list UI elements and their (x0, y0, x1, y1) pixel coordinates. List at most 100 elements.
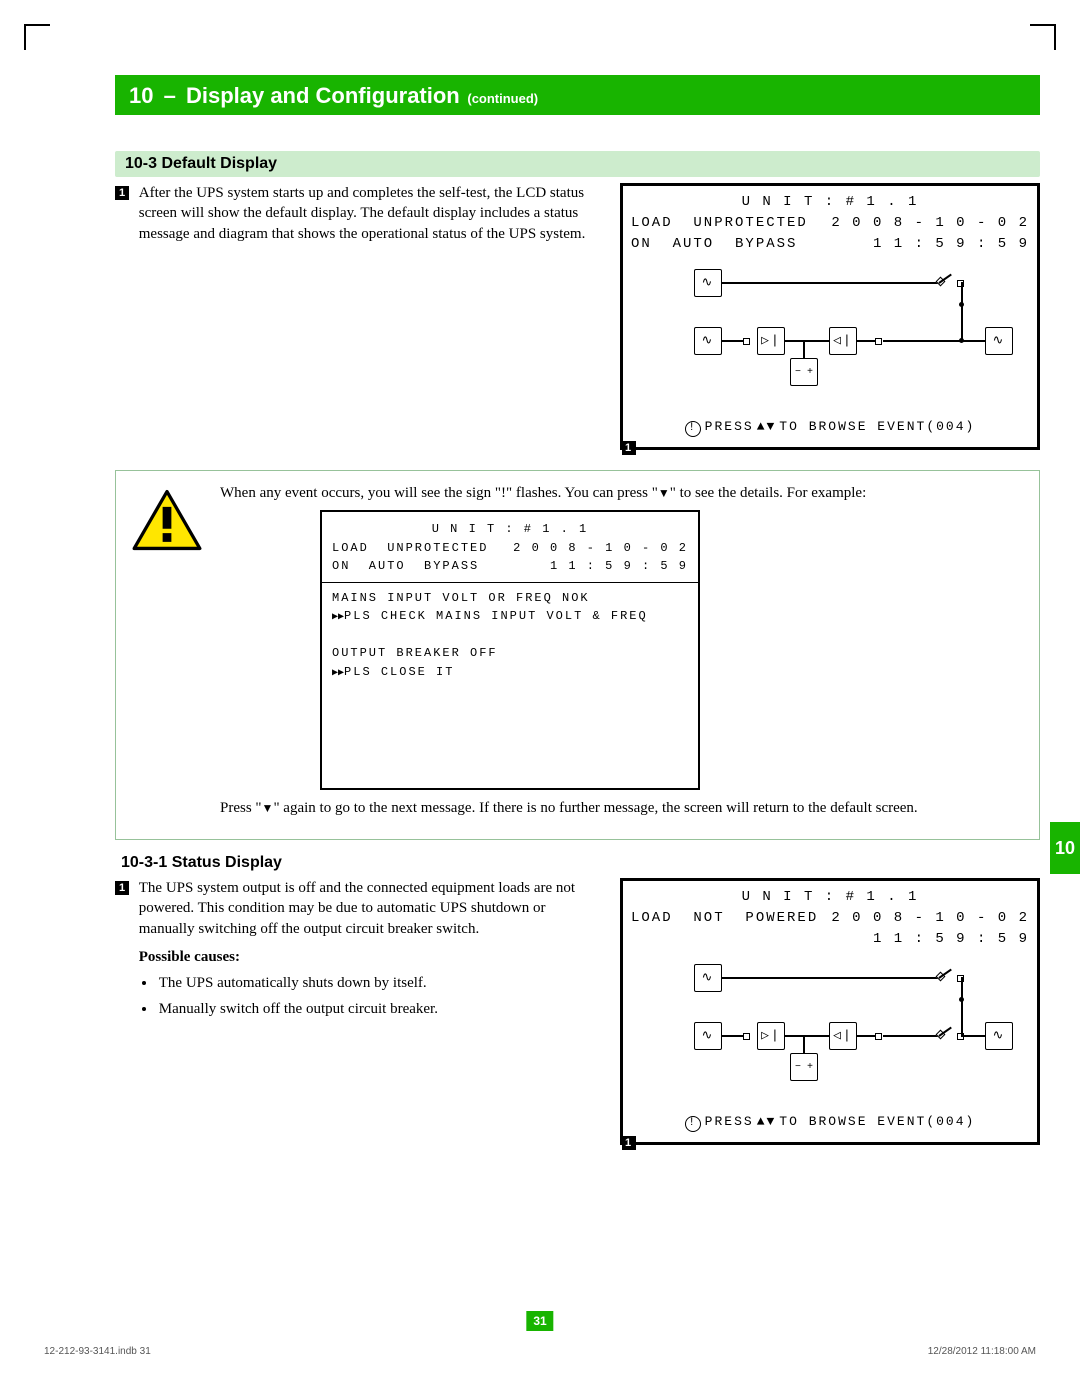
note-box: When any event occurs, you will see the … (115, 470, 1040, 840)
lcd-footer-text-b: TO BROWSE EVENT(004) (779, 419, 975, 434)
note-text: When any event occurs, you will see the … (220, 485, 658, 501)
diagram-line (883, 340, 961, 342)
mains-source-icon: ∿ (694, 1022, 722, 1050)
divider (322, 582, 698, 583)
callout-marker: 1 (622, 1136, 636, 1150)
lcd-footer-text-a: PRESS (705, 1114, 754, 1129)
down-arrow-icon: ▼ (262, 800, 274, 817)
lcd-line2-right: 1 1 : 5 9 : 5 9 (873, 234, 1029, 255)
lcd-line2-left: ON AUTO BYPASS (631, 234, 797, 255)
diagram-line (857, 1035, 877, 1037)
load-icon: ∿ (985, 327, 1013, 355)
lcd-line1-left: LOAD UNPROTECTED (332, 539, 488, 558)
diagram-line (961, 1035, 985, 1037)
callout-marker: 1 (115, 186, 129, 200)
diagram-line (722, 977, 940, 979)
lcd-line1-right: 2 0 0 8 - 1 0 - 0 2 (513, 539, 688, 558)
crop-mark (24, 24, 26, 50)
lcd-event-text: PLS CLOSE IT (344, 665, 454, 679)
spacer (332, 626, 688, 644)
note-text: " again to go to the next message. If th… (273, 800, 917, 816)
lcd-footer: !PRESS▲▼TO BROWSE EVENT(004) (631, 1112, 1029, 1132)
updown-icon: ▲▼ (757, 1112, 777, 1132)
body-text: The UPS system output is off and the con… (139, 880, 575, 937)
footer-left: 12-212-93-3141.indb 31 (44, 1346, 151, 1357)
chapter-continued: (continued) (464, 91, 538, 106)
lcd-unit: U N I T : # 1 . 1 (631, 192, 1029, 213)
page-number: 31 (526, 1311, 553, 1331)
note-text: " to see the details. For example: (670, 485, 867, 501)
bypass-source-icon: ∿ (694, 964, 722, 992)
list-item: The UPS automatically shuts down by itse… (157, 971, 602, 997)
lcd-event-line: OUTPUT BREAKER OFF (332, 644, 688, 663)
section-2-text: 1 The UPS system output is off and the c… (115, 878, 602, 1145)
lcd-unit: U N I T : # 1 . 1 (332, 520, 688, 539)
diagram-line (803, 1035, 805, 1055)
crop-mark (24, 24, 50, 26)
lcd-footer: !PRESS▲▼TO BROWSE EVENT(004) (631, 417, 1029, 437)
lcd-line2-right: 1 1 : 5 9 : 5 9 (873, 929, 1029, 950)
note-content: When any event occurs, you will see the … (220, 483, 1023, 825)
lcd-event-line: MAINS INPUT VOLT OR FREQ NOK (332, 589, 688, 608)
lcd-line1-right: 2 0 0 8 - 1 0 - 0 2 (831, 908, 1029, 929)
chapter-header: 10 – Display and Configuration (continue… (115, 75, 1040, 115)
list-item: Manually switch off the output circuit b… (157, 997, 602, 1023)
section-1-text: 1 After the UPS system starts up and com… (115, 183, 602, 450)
diagram-line (961, 282, 963, 304)
note-line-2: Press "▼" again to go to the next messag… (220, 798, 1023, 819)
lcd-line2-left (631, 929, 641, 950)
lcd-screen: U N I T : # 1 . 1 LOAD UNPROTECTED2 0 0 … (620, 183, 1040, 450)
battery-icon: − + (790, 1053, 818, 1081)
footer-right: 12/28/2012 11:18:00 AM (928, 1346, 1036, 1357)
lcd-footer-text-b: TO BROWSE EVENT(004) (779, 1114, 975, 1129)
crop-mark (1054, 24, 1056, 50)
note-line-1: When any event occurs, you will see the … (220, 483, 1023, 504)
diagram-line (961, 304, 963, 340)
rectifier-icon: ▷| (757, 1022, 785, 1050)
diagram-line (961, 999, 963, 1035)
note-text: Press " (220, 800, 262, 816)
inverter-icon: ◁| (829, 327, 857, 355)
lcd-line2-right: 1 1 : 5 9 : 5 9 (550, 557, 688, 576)
diagram-line (803, 340, 805, 360)
lcd-panel-3: U N I T : # 1 . 1 LOAD NOT POWERED2 0 0 … (620, 878, 1040, 1145)
lcd-line1-left: LOAD UNPROTECTED (631, 213, 808, 234)
alert-icon: ! (685, 421, 701, 437)
lcd-diagram: ∿ ∿ ▷| ◁| (639, 269, 1021, 399)
diagram-line (785, 340, 831, 342)
warning-icon (132, 489, 202, 556)
diagram-line (857, 340, 877, 342)
lcd-line1-left: LOAD NOT POWERED (631, 908, 818, 929)
manual-page: 10 10 – Display and Configuration (conti… (0, 0, 1080, 1377)
node-icon (875, 1033, 882, 1040)
section-heading: 10-3 Default Display (115, 151, 1040, 177)
diagram-line (883, 1035, 939, 1037)
lcd-panel-1: U N I T : # 1 . 1 LOAD UNPROTECTED2 0 0 … (620, 183, 1040, 450)
inverter-icon: ◁| (829, 1022, 857, 1050)
diagram-line (961, 977, 963, 999)
node-icon (743, 338, 750, 345)
chapter-dash: – (157, 83, 181, 108)
section-2-body: The UPS system output is off and the con… (139, 878, 602, 1022)
lcd-callout: 1 (622, 441, 636, 462)
diagram-line (785, 1035, 831, 1037)
lcd-line2-left: ON AUTO BYPASS (332, 557, 479, 576)
section-1-body: After the UPS system starts up and compl… (139, 183, 602, 244)
content-area: 10 – Display and Configuration (continue… (115, 75, 1040, 1317)
diagram-line (961, 340, 985, 342)
section-2-row: 1 The UPS system output is off and the c… (115, 878, 1040, 1145)
lcd-callout: 1 (622, 1136, 636, 1157)
chapter-title: Display and Configuration (186, 83, 460, 108)
lcd-diagram: ∿ ∿ ▷| ◁| (639, 964, 1021, 1094)
rectifier-icon: ▷| (757, 327, 785, 355)
lcd-footer-text-a: PRESS (705, 419, 754, 434)
node-icon (743, 1033, 750, 1040)
lcd-event-text: PLS CHECK MAINS INPUT VOLT & FREQ (344, 609, 648, 623)
diagram-line (722, 282, 940, 284)
possible-causes-label: Possible causes: (139, 947, 602, 967)
crop-mark (1030, 24, 1056, 26)
callout-marker: 1 (622, 441, 636, 455)
causes-list: The UPS automatically shuts down by itse… (139, 971, 602, 1022)
lcd-event-screen: U N I T : # 1 . 1 LOAD UNPROTECTED 2 0 0 … (320, 510, 700, 790)
side-tab: 10 (1050, 822, 1080, 874)
